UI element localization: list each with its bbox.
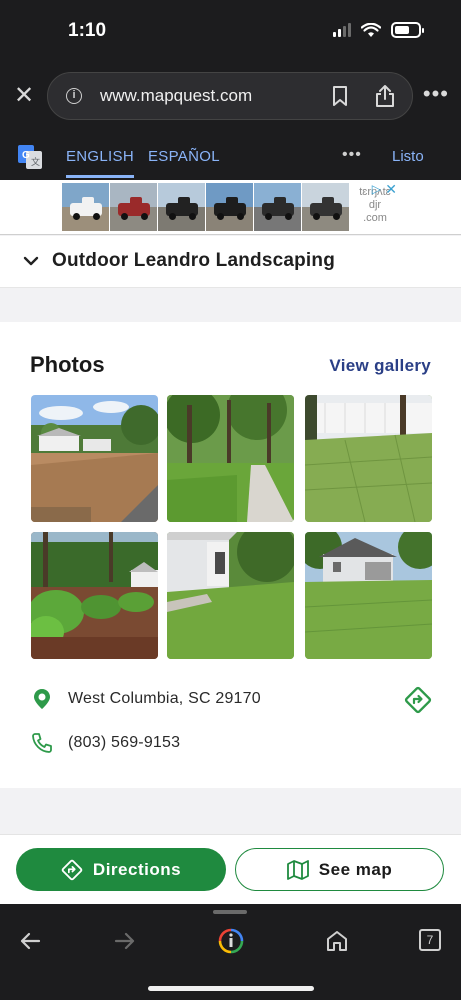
google-translate-icon: G 文 (18, 145, 42, 169)
location-pin-icon (34, 689, 50, 709)
gallery-photo[interactable] (31, 395, 158, 522)
tab-espanol[interactable]: ESPAÑOL (148, 148, 220, 165)
directions-icon[interactable] (404, 686, 432, 714)
see-map-button[interactable]: See map (235, 848, 444, 891)
address-row[interactable]: West Columbia, SC 29170 (30, 684, 261, 714)
ad-truck-image[interactable] (62, 183, 109, 231)
forward-arrow-icon[interactable] (112, 928, 138, 954)
battery-icon (391, 22, 424, 38)
gallery-photo[interactable] (31, 532, 158, 659)
home-icon[interactable] (324, 928, 350, 954)
chevron-down-icon[interactable] (22, 252, 40, 270)
address-text: West Columbia, SC 29170 (68, 690, 261, 707)
directions-button[interactable]: Directions (16, 848, 226, 891)
ad-truck-image[interactable] (110, 183, 157, 231)
browser-toolbar: ✕ i www.mapquest.com ••• (0, 62, 461, 132)
back-arrow-icon[interactable] (17, 928, 43, 954)
map-icon (286, 859, 309, 880)
tab-english[interactable]: ENGLISH (66, 148, 134, 178)
google-assistant-icon[interactable] (218, 928, 244, 954)
svg-text:G: G (22, 150, 30, 161)
see-map-label: See map (318, 859, 393, 879)
info-icon[interactable]: i (66, 88, 82, 104)
phone-text[interactable]: (803) 569-9153 (68, 734, 180, 752)
translate-more-button[interactable]: ••• (342, 146, 362, 164)
home-indicator[interactable] (148, 986, 314, 991)
ad-banner[interactable]: tɛrŋʌtɛ djr .com ▷ ✕ (0, 180, 461, 235)
status-bar: 1:10 (0, 0, 461, 62)
section-gap (0, 788, 461, 834)
ad-truck-image[interactable] (206, 183, 253, 231)
share-icon[interactable] (374, 84, 396, 108)
bookmark-icon[interactable] (332, 86, 348, 106)
more-menu-icon[interactable]: ••• (423, 83, 449, 105)
translate-bar: G 文 ENGLISH ESPAÑOL ••• Listo (0, 132, 461, 180)
cellular-signal-icon (333, 23, 351, 37)
gallery-photo[interactable] (305, 395, 432, 522)
url-text[interactable]: www.mapquest.com (100, 86, 252, 106)
ad-text-line[interactable]: djr (355, 199, 395, 212)
view-gallery-link[interactable]: View gallery (329, 356, 431, 376)
close-icon[interactable]: ✕ (12, 84, 36, 108)
business-header[interactable]: Outdoor Leandro Landscaping (0, 236, 461, 288)
photos-section: Photos View gallery West Columbia, SC 29… (0, 322, 461, 788)
wifi-icon (361, 22, 381, 37)
address-bar[interactable]: i www.mapquest.com (47, 72, 413, 120)
business-name: Outdoor Leandro Landscaping (52, 250, 336, 271)
sheet-handle[interactable] (213, 910, 247, 914)
phone-row[interactable]: (803) 569-9153 (30, 728, 180, 758)
ad-truck-image[interactable] (302, 183, 349, 231)
header-shadow-gap (0, 289, 461, 321)
tabs-button[interactable]: 7 (419, 929, 441, 951)
ad-images[interactable] (62, 183, 349, 231)
ad-truck-image[interactable] (158, 183, 205, 231)
gallery-photo[interactable] (167, 532, 294, 659)
action-bar: Directions See map (0, 834, 461, 904)
directions-label: Directions (92, 859, 182, 879)
ad-close-icon[interactable]: ✕ (385, 181, 397, 198)
photos-title: Photos (30, 352, 105, 377)
gallery-photo[interactable] (305, 532, 432, 659)
ad-truck-image[interactable] (254, 183, 301, 231)
svg-text:文: 文 (31, 156, 40, 167)
adchoices-icon[interactable]: ▷ (372, 182, 381, 196)
phone-icon (32, 733, 52, 753)
translate-done-button[interactable]: Listo (392, 148, 424, 165)
directions-icon (61, 859, 83, 880)
status-time: 1:10 (68, 20, 107, 41)
browser-nav-bar: 7 (0, 904, 461, 1000)
gallery-photo[interactable] (167, 395, 294, 522)
ad-text-line[interactable]: .com (355, 212, 395, 225)
status-icons (333, 22, 424, 38)
